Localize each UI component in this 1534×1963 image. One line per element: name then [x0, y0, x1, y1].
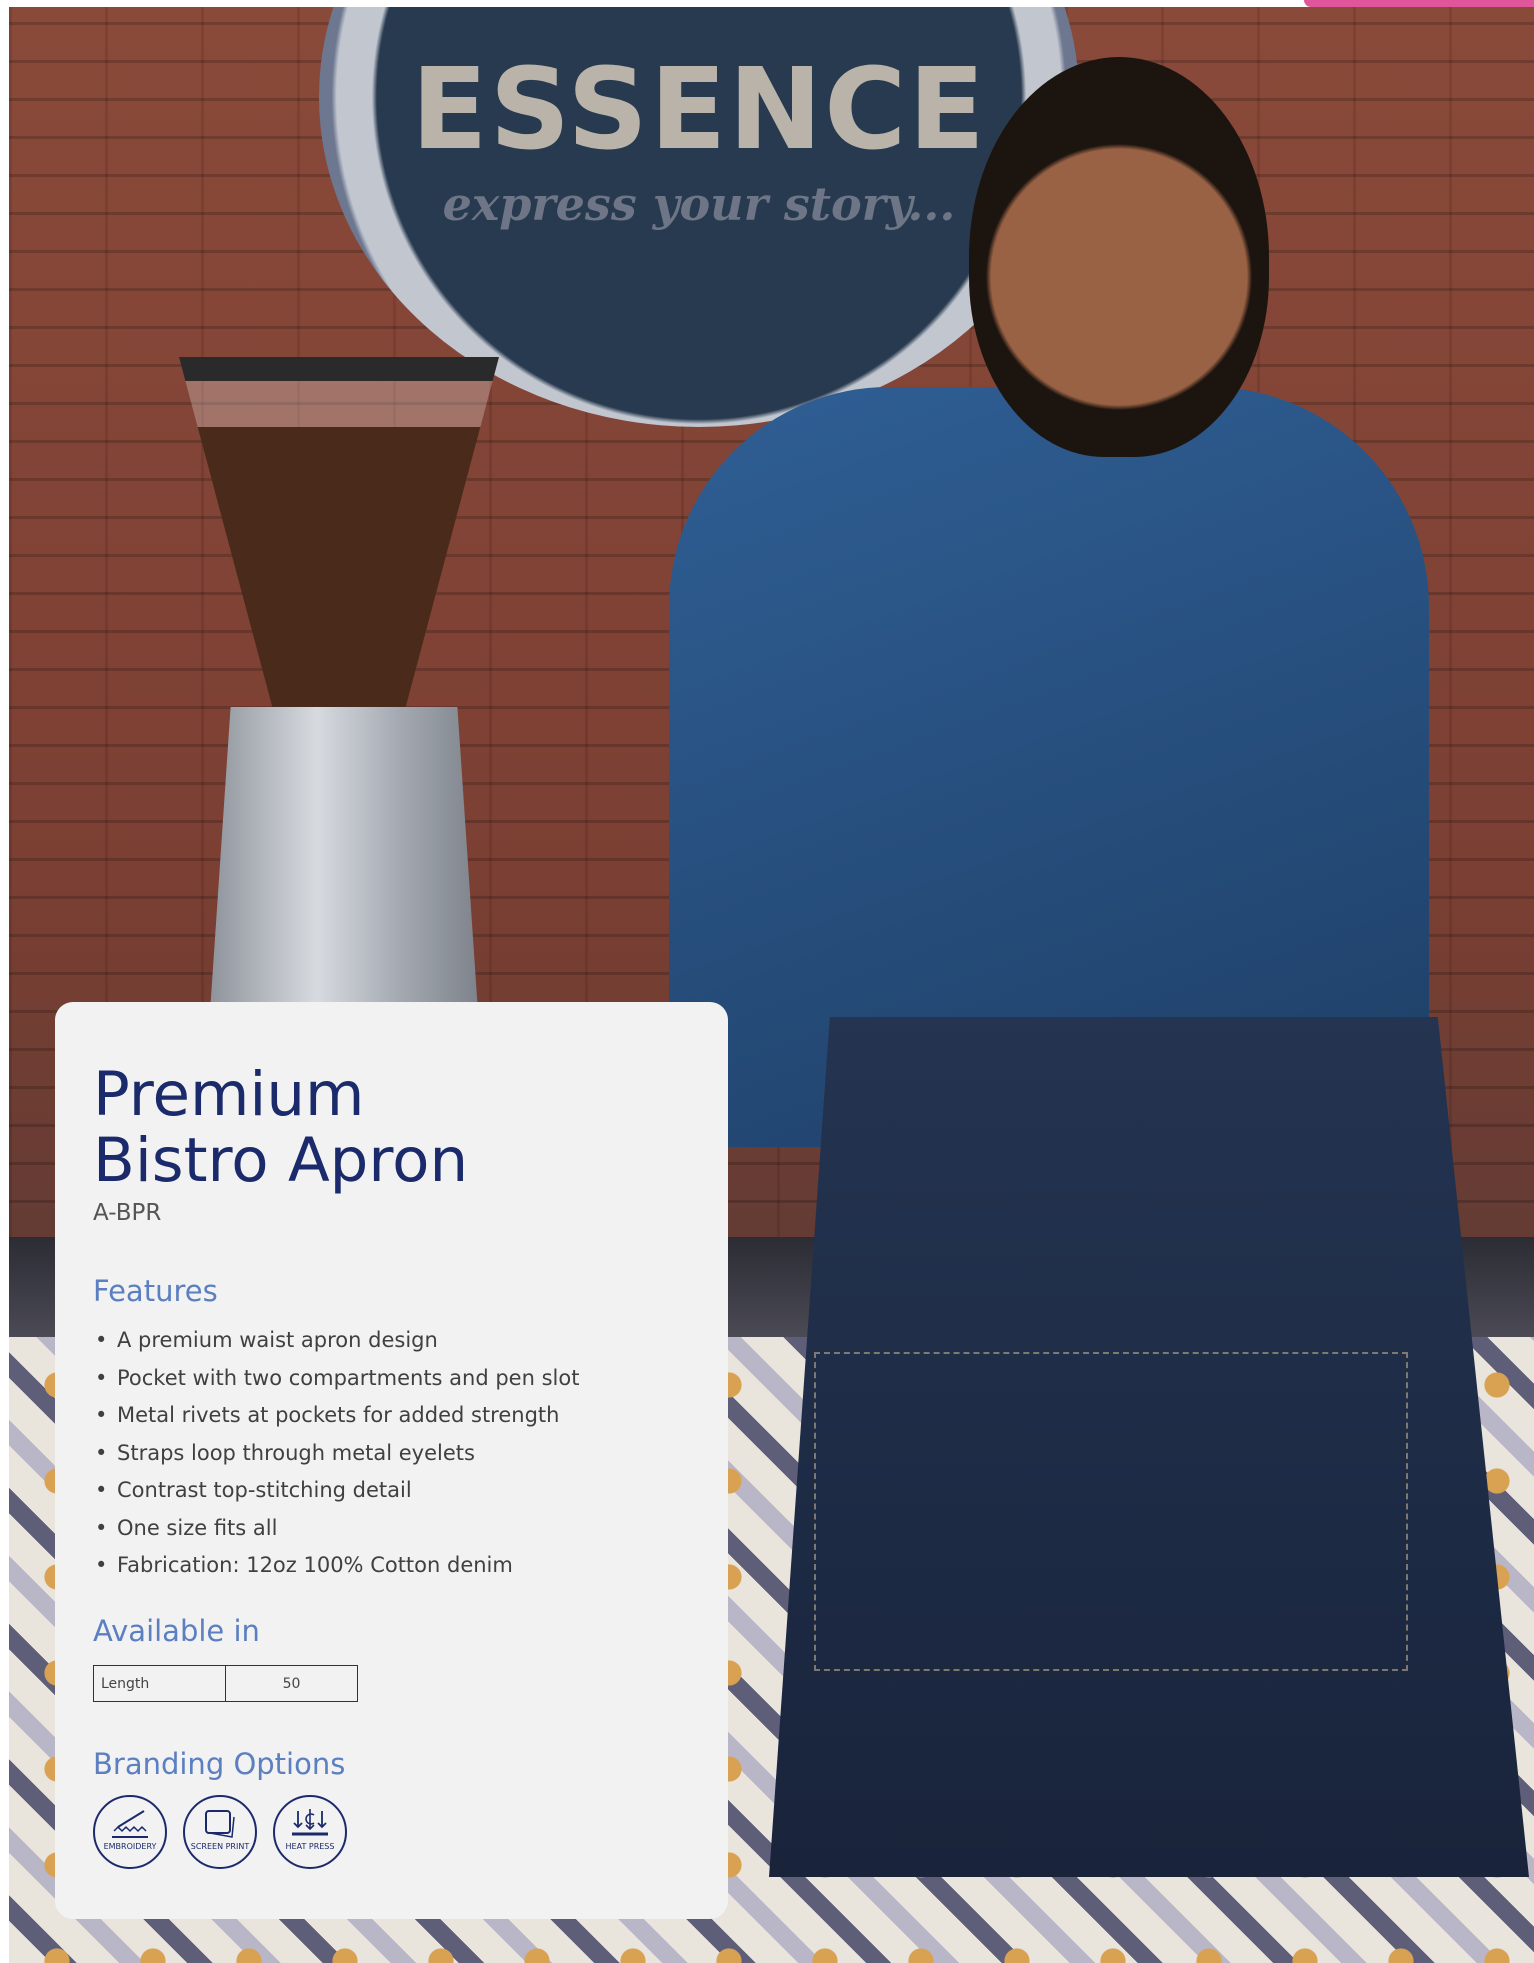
features-list: A premium waist apron design Pocket with… — [93, 1322, 579, 1585]
available-in-heading: Available in — [93, 1614, 260, 1648]
features-heading: Features — [93, 1274, 218, 1308]
feature-item: A premium waist apron design — [93, 1322, 579, 1360]
model-head — [969, 57, 1269, 457]
feature-item: Metal rivets at pockets for added streng… — [93, 1397, 579, 1435]
feature-item: Fabrication: 12oz 100% Cotton denim — [93, 1547, 579, 1585]
embroidery-icon: EMBROIDERY — [93, 1795, 167, 1869]
accent-tab — [1304, 0, 1534, 7]
feature-item: One size fits all — [93, 1510, 579, 1548]
availability-label: Length — [93, 1665, 226, 1702]
screen-print-label: SCREEN PRINT — [190, 1842, 250, 1851]
sign-title: ESSENCE — [411, 45, 987, 175]
feature-item: Straps loop through metal eyelets — [93, 1435, 579, 1473]
sign-subtitle: express your story... — [442, 177, 956, 231]
product-info-card: Premium Bistro Apron A-BPR Features A pr… — [55, 1002, 728, 1919]
product-title-line2: Bistro Apron — [93, 1125, 469, 1196]
coffee-grinder-hopper — [179, 357, 499, 717]
coffee-grinder-body — [209, 707, 479, 1027]
feature-item: Contrast top-stitching detail — [93, 1472, 579, 1510]
branding-options: EMBROIDERY SCREEN PRINT HEAT PRESS — [93, 1795, 347, 1869]
table-row: Length 50 — [93, 1665, 358, 1702]
embroidery-label: EMBROIDERY — [103, 1842, 157, 1851]
product-title-line1: Premium — [93, 1059, 365, 1130]
heat-press-icon: HEAT PRESS — [273, 1795, 347, 1869]
product-code: A-BPR — [93, 1200, 162, 1226]
product-title: Premium Bistro Apron — [93, 1062, 468, 1194]
availability-value: 50 — [225, 1665, 358, 1702]
screen-print-icon: SCREEN PRINT — [183, 1795, 257, 1869]
apron-pocket — [814, 1352, 1408, 1671]
availability-table: Length 50 — [93, 1665, 358, 1702]
heat-press-label: HEAT PRESS — [285, 1842, 335, 1851]
branding-options-heading: Branding Options — [93, 1747, 346, 1781]
feature-item: Pocket with two compartments and pen slo… — [93, 1360, 579, 1398]
